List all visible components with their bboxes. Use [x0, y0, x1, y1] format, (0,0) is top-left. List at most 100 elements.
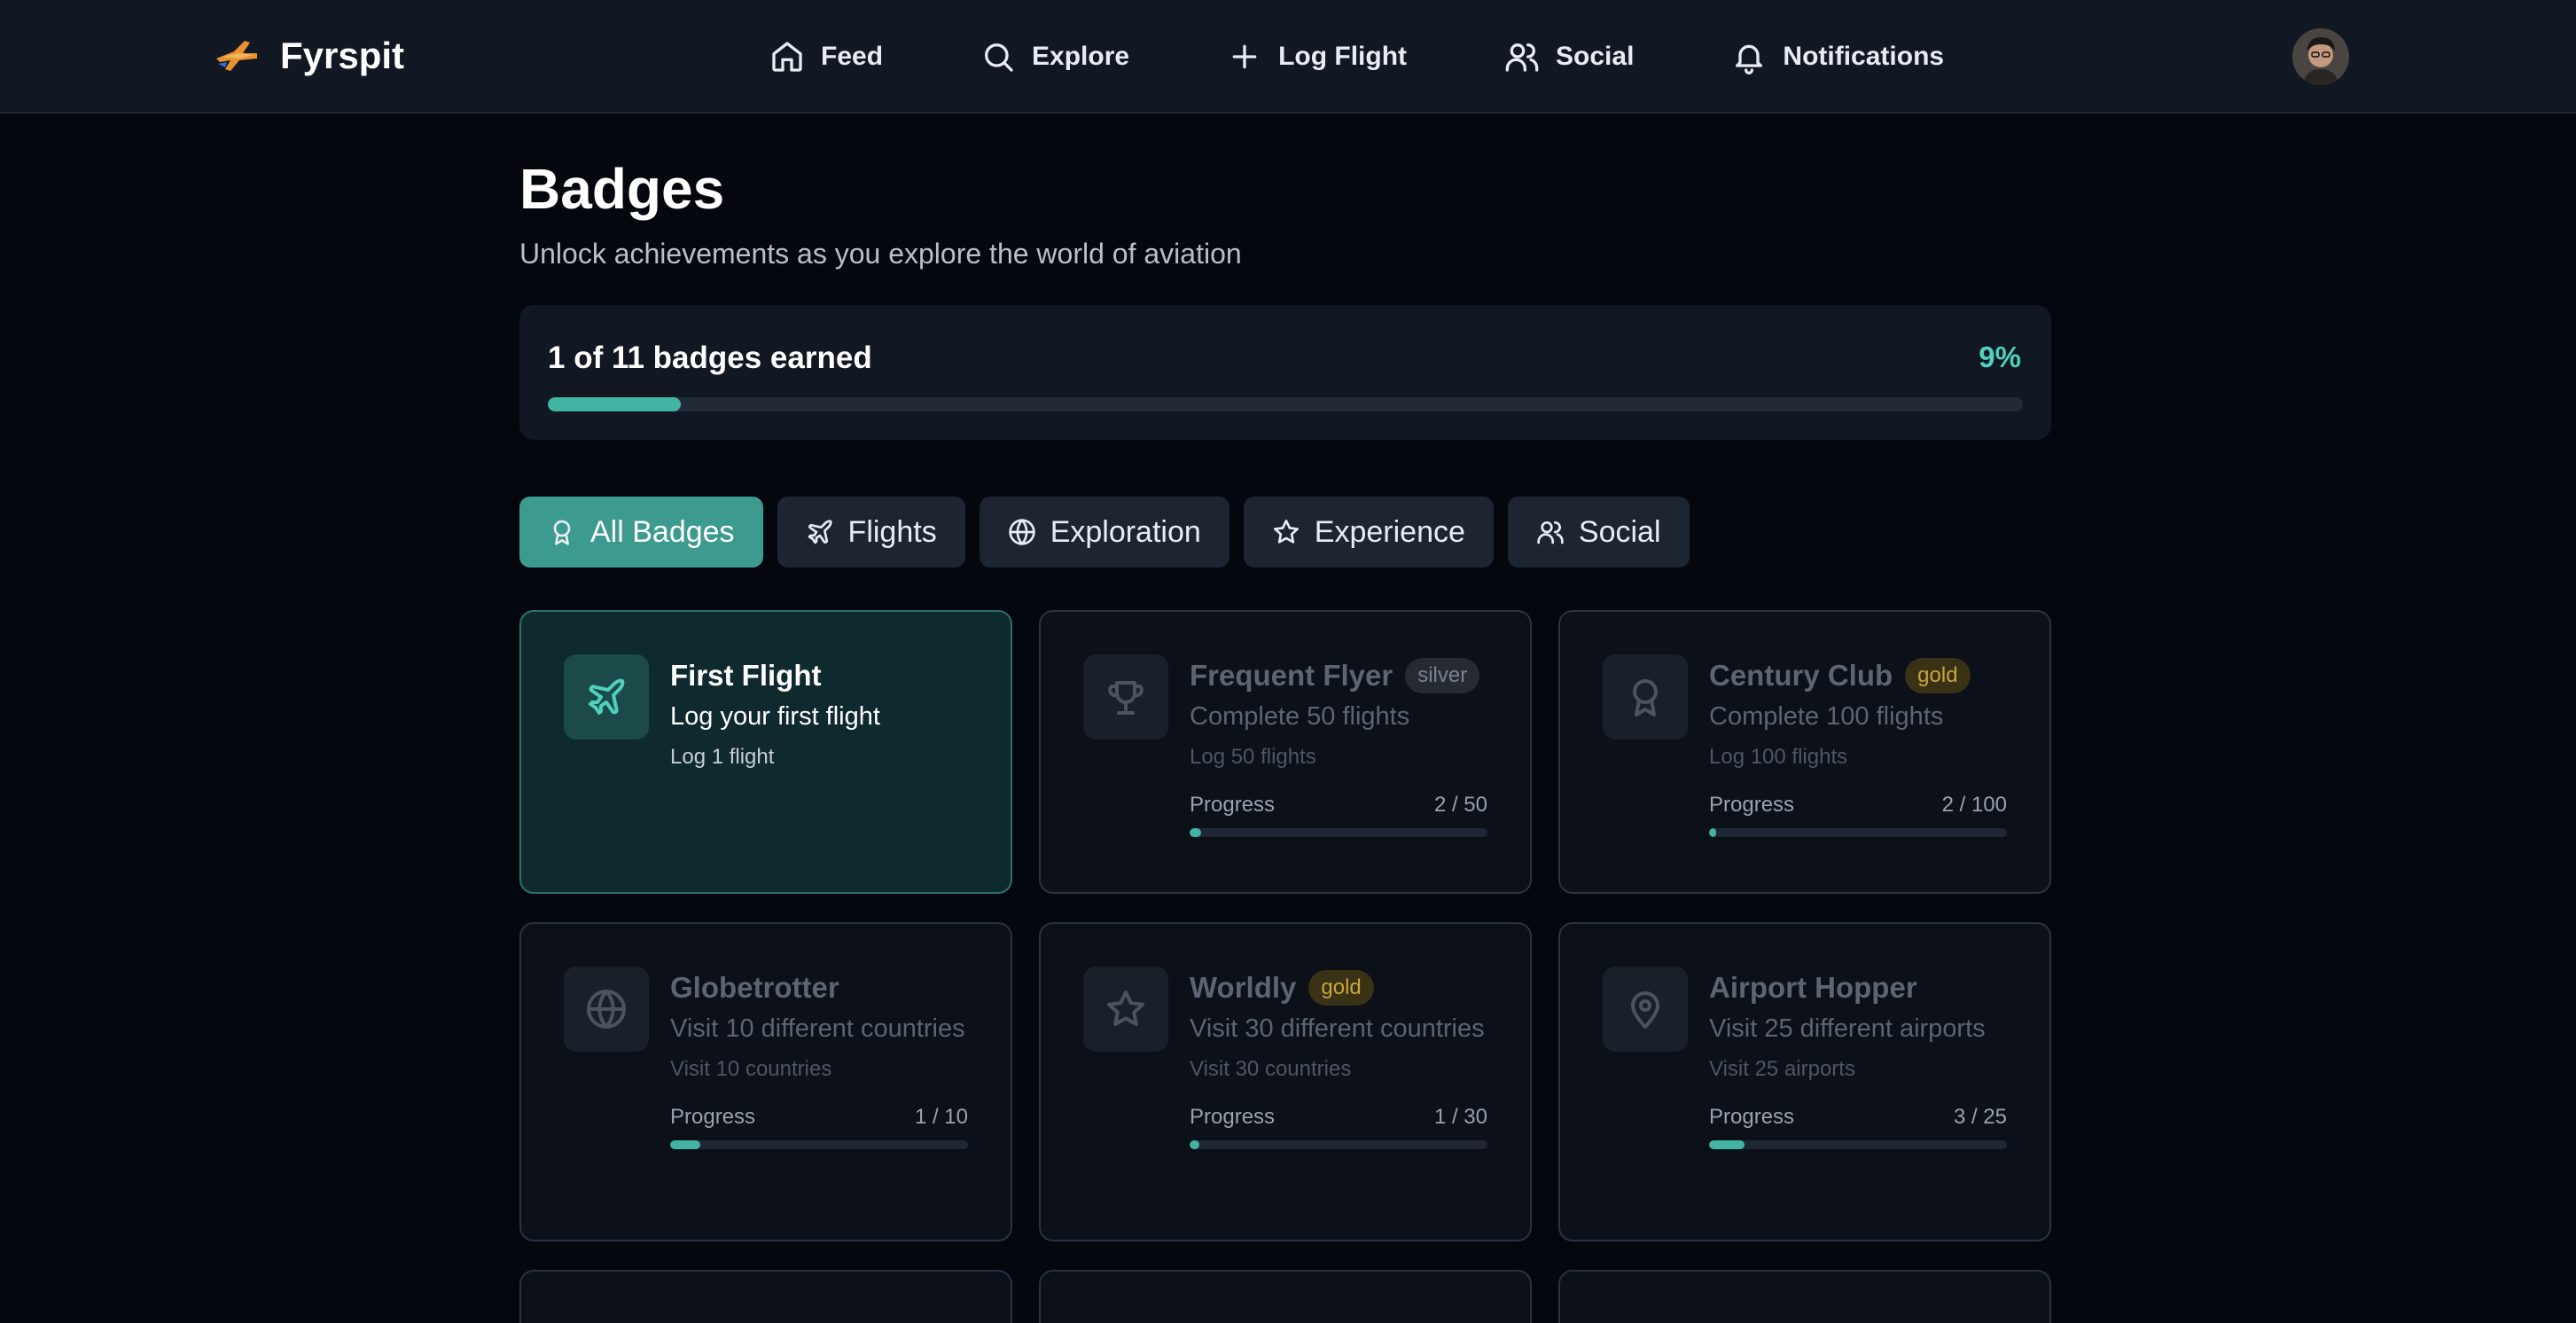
badges-earned-count: 1 of 11 badges earned	[548, 341, 872, 375]
badges-progress-bar	[548, 397, 2023, 411]
tier-badge: gold	[1308, 970, 1374, 1006]
badge-progress-fill	[1190, 1140, 1200, 1149]
avatar-image	[2292, 28, 2349, 85]
globe-icon	[1009, 519, 1035, 545]
badge-requirement: Log 1 flight	[670, 745, 775, 769]
bell-icon	[1736, 44, 1763, 74]
badge-icon-box	[1603, 967, 1688, 1052]
users-icon	[1537, 521, 1564, 544]
badge-description: Complete 100 flights	[1709, 702, 1944, 731]
tier-badge: gold	[1905, 658, 1971, 693]
badge-description: Complete 50 flights	[1190, 702, 1410, 731]
nav-social[interactable]: Social	[1504, 39, 1634, 74]
badge-requirement: Visit 10 countries	[670, 1057, 832, 1081]
airplane-logo-icon	[216, 41, 257, 71]
badge-description: Visit 25 different airports	[1709, 1014, 1986, 1043]
progress-value: 3 / 25	[1953, 1105, 2007, 1129]
badge-icon-box	[1603, 654, 1688, 740]
tab-all-badges[interactable]: All Badges	[519, 497, 763, 568]
page-title: Badges	[519, 157, 725, 221]
progress-label: Progress	[1709, 793, 1795, 817]
tab-exploration-label: Exploration	[1050, 514, 1201, 549]
tab-exploration[interactable]: Exploration	[979, 497, 1229, 568]
nav-log-flight[interactable]: Log Flight	[1227, 39, 1407, 74]
badge-description: Log your first flight	[670, 702, 880, 731]
plane-icon	[808, 520, 832, 544]
badge-description: Visit 10 different countries	[670, 1014, 965, 1043]
nav-links: Feed Explore Log Flight Social Notificat…	[769, 0, 2041, 114]
badge-card-airport-hopper[interactable]: Airport Hopper Visit 25 different airpor…	[1558, 922, 2051, 1241]
badge-progress-fill	[670, 1140, 700, 1149]
star-icon	[1273, 520, 1299, 544]
tab-flights-label: Flights	[847, 514, 937, 549]
badge-icon-box	[564, 967, 649, 1052]
badges-earned-percent: 9%	[1979, 341, 2021, 373]
brand[interactable]: Fyrspit	[213, 27, 404, 85]
search-icon	[985, 43, 1013, 72]
badge-card-partial[interactable]	[1558, 1270, 2051, 1323]
badge-icon-box	[564, 654, 649, 740]
plus-icon	[1232, 44, 1257, 69]
badge-card-century-club[interactable]: Century Club gold Complete 100 flights Lo…	[1558, 610, 2051, 894]
nav-log-flight-label: Log Flight	[1278, 42, 1408, 71]
app-name: Fyrspit	[280, 35, 405, 76]
progress-label: Progress	[670, 1105, 756, 1129]
badge-card-partial[interactable]	[1039, 1270, 1532, 1323]
tab-flights[interactable]: Flights	[777, 497, 965, 568]
badge-card-partial[interactable]	[519, 1270, 1012, 1323]
progress-value: 2 / 50	[1433, 793, 1487, 817]
user-avatar[interactable]	[2292, 28, 2349, 85]
badge-progress-fill	[1709, 828, 1717, 837]
badge-card-globetrotter[interactable]: Globetrotter Visit 10 different countrie…	[519, 922, 1012, 1241]
progress-value: 2 / 100	[1941, 793, 2007, 817]
tab-social[interactable]: Social	[1507, 497, 1690, 568]
badges-progress-fill	[548, 397, 681, 411]
nav-notifications-label: Notifications	[1783, 42, 1945, 71]
badge-requirement: Log 100 flights	[1709, 745, 1848, 769]
badge-card-first-flight[interactable]: First Flight Log your first flight Log 1…	[519, 610, 1012, 894]
badge-icon-box	[1083, 654, 1168, 740]
progress-label: Progress	[1709, 1105, 1795, 1129]
page-subtitle: Unlock achievements as you explore the w…	[519, 238, 1242, 270]
progress-label: Progress	[1190, 1105, 1276, 1129]
badge-requirement: Visit 30 countries	[1190, 1057, 1352, 1081]
progress-value: 1 / 10	[914, 1105, 968, 1129]
nav-explore[interactable]: Explore	[980, 39, 1129, 74]
trophy-icon	[1108, 681, 1144, 715]
home-icon	[772, 42, 802, 72]
award-icon	[553, 520, 571, 545]
badge-card-frequent-flyer[interactable]: Frequent Flyer silver Complete 50 flights…	[1039, 610, 1532, 894]
badge-progress-bar	[1190, 828, 1487, 837]
badge-card-worldly[interactable]: Worldly gold Visit 30 different countries…	[1039, 922, 1532, 1241]
progress-value: 1 / 30	[1433, 1105, 1487, 1129]
globe-icon	[587, 990, 626, 1029]
tab-all-badges-label: All Badges	[590, 514, 735, 549]
nav-feed-label: Feed	[821, 42, 884, 71]
badge-name: First Flight	[670, 659, 822, 692]
badge-requirement: Visit 25 airports	[1709, 1057, 1855, 1081]
nav-notifications[interactable]: Notifications	[1731, 39, 1944, 74]
users-icon	[1505, 43, 1539, 72]
nav-feed[interactable]: Feed	[769, 39, 883, 74]
badge-name: Airport Hopper	[1709, 971, 1917, 1004]
badge-progress-bar	[1709, 1140, 2007, 1149]
nav-explore-label: Explore	[1032, 42, 1130, 71]
badge-name: Century Club	[1709, 659, 1893, 692]
badge-name: Globetrotter	[670, 971, 839, 1004]
badges-progress-card: 1 of 11 badges earned 9%	[519, 305, 2051, 440]
progress-label: Progress	[1190, 793, 1276, 817]
badge-name: Worldly	[1190, 971, 1297, 1004]
badge-progress-bar	[1709, 828, 2007, 837]
badge-category-tabs: All Badges Flights Exploration Experienc…	[519, 497, 1690, 568]
badge-progress-fill	[1190, 828, 1202, 837]
tab-experience-label: Experience	[1314, 514, 1465, 549]
award-icon	[1633, 679, 1658, 716]
badge-icon-box	[1083, 967, 1168, 1052]
tab-experience[interactable]: Experience	[1243, 497, 1494, 568]
badge-description: Visit 30 different countries	[1190, 1014, 1485, 1043]
plane-icon	[589, 678, 625, 715]
tier-badge: silver	[1405, 658, 1480, 693]
nav-social-label: Social	[1556, 42, 1635, 71]
badge-progress-bar	[1190, 1140, 1487, 1149]
star-icon	[1107, 990, 1144, 1026]
